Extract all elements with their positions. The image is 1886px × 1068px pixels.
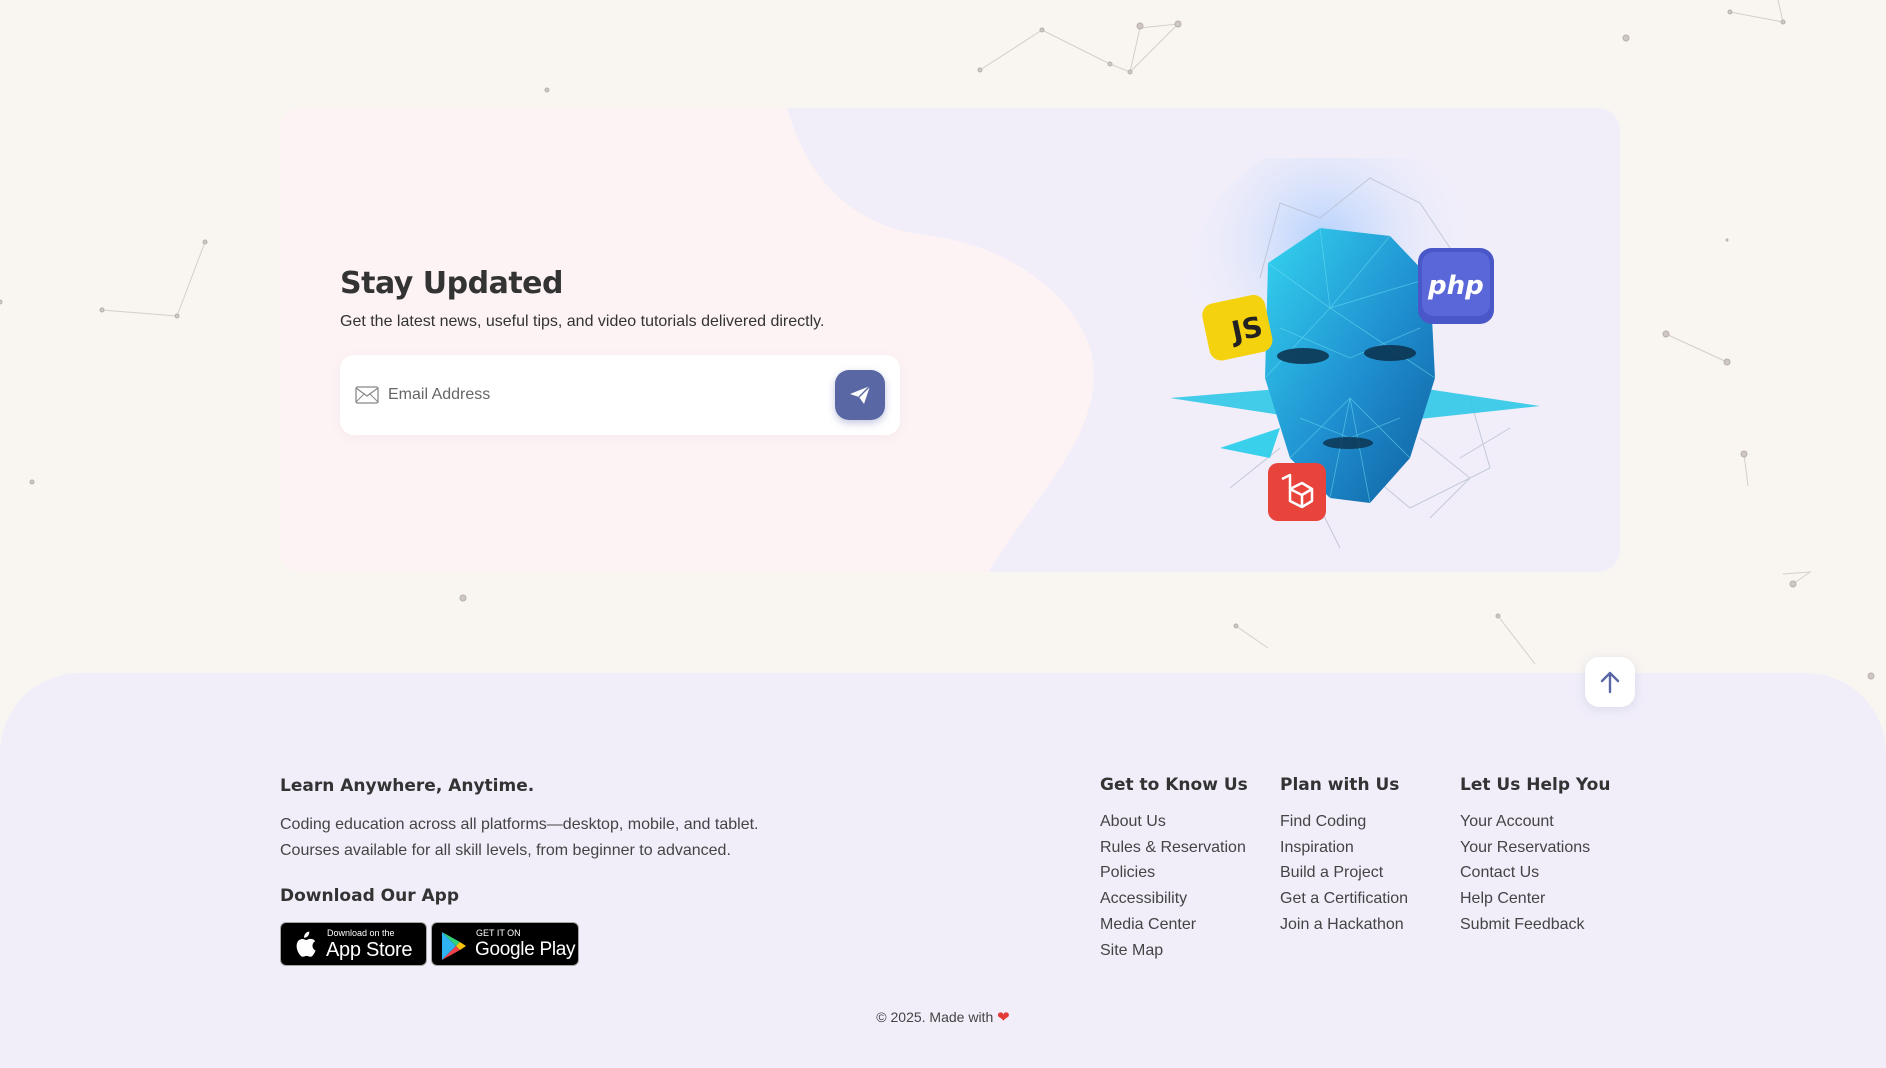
footer-link-submit-feedback[interactable]: Submit Feedback [1460,912,1610,938]
footer-column-get-to-know-us: Get to Know Us About Us Rules & Reservat… [1100,775,1248,963]
footer-column-title: Plan with Us [1280,775,1400,795]
download-app-title: Download Our App [280,886,460,906]
newsletter-section: Stay Updated Get the latest news, useful… [280,108,1620,572]
google-play-icon [442,932,466,960]
footer-about-title: Learn Anywhere, Anytime. [280,776,535,796]
footer-column-title: Let Us Help You [1460,775,1611,795]
app-store-small-text: Download on the [327,928,395,938]
google-play-big-text: Google Play [475,939,576,960]
app-store-big-text: App Store [326,939,413,961]
footer-link-join-hackathon[interactable]: Join a Hackathon [1280,912,1408,938]
copyright-notice: © 2025. Made with ❤ [0,1008,1886,1026]
footer-link-help-center[interactable]: Help Center [1460,886,1610,912]
footer-about-line-2: Courses available for all skill levels, … [280,842,731,859]
apple-icon [296,931,316,957]
footer-link-get-certification[interactable]: Get a Certification [1280,886,1408,912]
svg-text:php: php [1427,271,1484,301]
footer-link-find-coding[interactable]: Find Coding [1280,809,1408,835]
footer-about-line-1: Coding education across all platforms—de… [280,816,759,833]
footer-link-your-account[interactable]: Your Account [1460,809,1610,835]
footer-link-accessibility[interactable]: Accessibility [1100,886,1248,912]
footer-link-contact-us[interactable]: Contact Us [1460,860,1610,886]
footer-link-build-project[interactable]: Build a Project [1280,860,1408,886]
ai-face-illustration: JS php [1170,158,1540,549]
footer-column-let-us-help-you: Let Us Help You Your Account Your Reserv… [1460,775,1610,938]
footer-link-inspiration[interactable]: Inspiration [1280,835,1408,861]
footer-link-policies[interactable]: Policies [1100,860,1248,886]
subscribe-send-button[interactable] [835,370,885,420]
heart-icon: ❤ [997,1009,1010,1026]
scroll-to-top-button[interactable] [1585,657,1635,707]
footer-column-plan-with-us: Plan with Us Find Coding Inspiration Bui… [1280,775,1408,938]
laravel-badge [1268,463,1326,521]
paper-plane-icon [850,385,871,404]
footer-link-media-center[interactable]: Media Center [1100,912,1248,938]
email-input[interactable] [388,379,818,411]
app-store-button[interactable]: Download on the App Store [280,922,427,966]
newsletter-title: Stay Updated [340,266,563,301]
footer-link-rules-reservation[interactable]: Rules & Reservation [1100,835,1248,861]
footer-link-your-reservations[interactable]: Your Reservations [1460,835,1610,861]
footer-column-title: Get to Know Us [1100,775,1248,795]
arrow-up-icon [1600,671,1620,694]
footer-link-about-us[interactable]: About Us [1100,809,1248,835]
php-badge: php [1418,248,1494,324]
newsletter-subtitle: Get the latest news, useful tips, and vi… [340,313,825,330]
footer-link-site-map[interactable]: Site Map [1100,938,1248,964]
google-play-button[interactable]: GET IT ON Google Play [431,922,579,966]
mail-icon [355,386,379,404]
copyright-text: © 2025. Made with [876,1009,994,1025]
email-subscribe-form [340,355,900,435]
google-play-small-text: GET IT ON [476,928,521,938]
